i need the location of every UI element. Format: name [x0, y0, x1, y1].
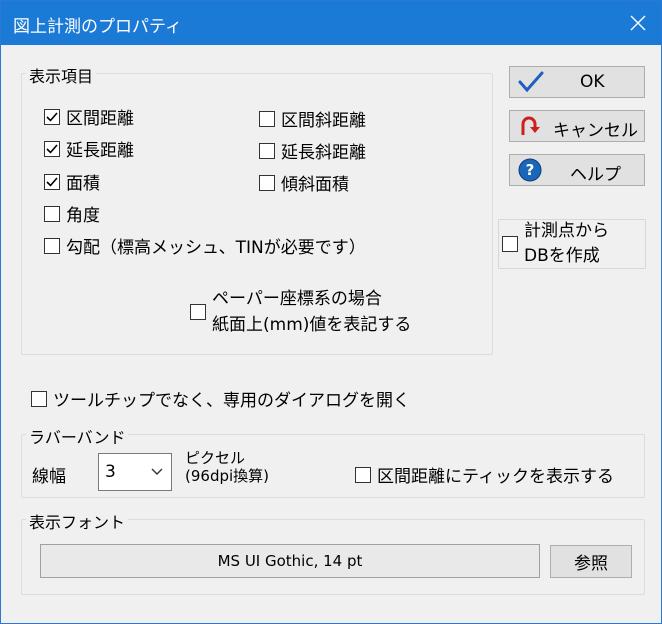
- unit-line2: (96dpi換算): [185, 467, 270, 485]
- rubberband-title: ラバーバンド: [26, 424, 129, 448]
- title-bar: 図上計測のプロパティ: [1, 1, 661, 45]
- display-font-group: 表示フォント MS UI Gothic, 14 pt 参照: [21, 509, 645, 595]
- checkbox-paper-coordinates[interactable]: ペーパー座標系の場合 紙面上(mm)値を表記する: [190, 286, 411, 338]
- checkbox-label: 延長斜距離: [281, 143, 366, 163]
- checkbox-box[interactable]: [44, 140, 60, 157]
- checkbox-label: 区間斜距離: [281, 111, 366, 131]
- checkmark-icon: [46, 176, 58, 187]
- font-value: MS UI Gothic, 14 pt: [217, 552, 363, 570]
- checkbox-total-distance[interactable]: 延長距離: [44, 136, 134, 161]
- browse-button[interactable]: 参照: [550, 545, 632, 578]
- checkbox-create-db[interactable]: 計測点から DBを作成: [502, 219, 609, 269]
- checkbox-box[interactable]: [355, 466, 371, 483]
- cancel-label: キャンセル: [553, 121, 638, 141]
- paper-coord-line2: 紙面上(mm)値を表記する: [212, 315, 412, 335]
- checkbox-angle[interactable]: 角度: [44, 201, 100, 226]
- checkbox-box[interactable]: [502, 236, 518, 252]
- paper-coord-line1: ペーパー座標系の場合: [212, 289, 382, 309]
- checkbox-show-ticks[interactable]: 区間距離にティックを表示する: [355, 462, 614, 487]
- checkmark-icon: [518, 71, 544, 93]
- browse-label: 参照: [574, 554, 608, 574]
- checkbox-box[interactable]: [44, 108, 60, 125]
- checkbox-label: 面積: [66, 174, 100, 194]
- checkbox-label: 傾斜面積: [281, 175, 349, 195]
- create-db-label: 計測点から DBを作成: [524, 219, 609, 269]
- checkbox-box[interactable]: [259, 110, 275, 127]
- checkbox-area[interactable]: 面積: [44, 169, 100, 194]
- window-title: 図上計測のプロパティ: [13, 17, 182, 37]
- checkbox-label: 角度: [66, 206, 100, 226]
- checkmark-icon: [46, 143, 58, 154]
- create-db-line1: 計測点から: [524, 221, 609, 241]
- display-items-title: 表示項目: [26, 63, 97, 87]
- checkbox-open-dialog[interactable]: ツールチップでなく、専用のダイアログを開く: [31, 386, 410, 411]
- font-display-field: MS UI Gothic, 14 pt: [40, 544, 540, 578]
- checkbox-box[interactable]: [259, 142, 275, 159]
- close-icon: [630, 15, 646, 31]
- svg-text:?: ?: [526, 161, 535, 179]
- checkmark-icon: [46, 111, 58, 122]
- help-icon: ?: [518, 158, 542, 182]
- line-width-value: 3: [105, 462, 116, 482]
- checkbox-box[interactable]: [44, 237, 60, 254]
- create-db-line2: DBを作成: [524, 246, 600, 266]
- checkbox-slope[interactable]: 勾配（標高メッシュ、TINが必要です）: [44, 233, 366, 258]
- checkbox-total-slope-distance[interactable]: 延長斜距離: [259, 138, 366, 163]
- display-items-group: 表示項目 区間距離 延長距離 面積 角度 勾配（標高メッシュ、TINが必要です）: [21, 63, 493, 355]
- checkbox-label: 区間距離にティックを表示する: [377, 467, 614, 487]
- checkbox-box[interactable]: [259, 174, 275, 191]
- checkbox-label: 勾配（標高メッシュ、TINが必要です）: [66, 238, 366, 258]
- ok-label: OK: [580, 72, 605, 92]
- checkbox-label: ツールチップでなく、専用のダイアログを開く: [53, 391, 410, 411]
- ok-button[interactable]: OK: [509, 66, 645, 98]
- checkbox-box[interactable]: [44, 205, 60, 222]
- display-font-title: 表示フォント: [26, 509, 129, 533]
- line-width-select[interactable]: 3: [98, 453, 172, 491]
- checkbox-section-slope-distance[interactable]: 区間斜距離: [259, 106, 366, 131]
- checkbox-slope-area[interactable]: 傾斜面積: [259, 170, 349, 195]
- properties-dialog: 図上計測のプロパティ 表示項目 区間距離 延長距離 面積 角度 勾配（標高メッシ…: [0, 0, 662, 624]
- checkbox-label: 延長距離: [66, 141, 134, 161]
- rubberband-group: ラバーバンド 線幅 3 ピクセル (96dpi換算) 区間距離にティックを表示す…: [21, 424, 645, 498]
- paper-coord-label: ペーパー座標系の場合 紙面上(mm)値を表記する: [212, 286, 411, 338]
- help-label: ヘルプ: [570, 165, 621, 185]
- close-button[interactable]: [615, 1, 661, 45]
- line-width-label: 線幅: [32, 467, 66, 487]
- chevron-down-icon: [151, 468, 163, 475]
- undo-arrow-icon: [521, 116, 540, 135]
- checkbox-box[interactable]: [31, 390, 47, 407]
- checkbox-box[interactable]: [44, 173, 60, 190]
- cancel-button[interactable]: キャンセル: [509, 110, 645, 142]
- checkbox-box[interactable]: [190, 304, 206, 320]
- checkbox-label: 区間距離: [66, 109, 134, 129]
- help-button[interactable]: ? ヘルプ: [509, 154, 645, 186]
- checkbox-section-distance[interactable]: 区間距離: [44, 104, 134, 129]
